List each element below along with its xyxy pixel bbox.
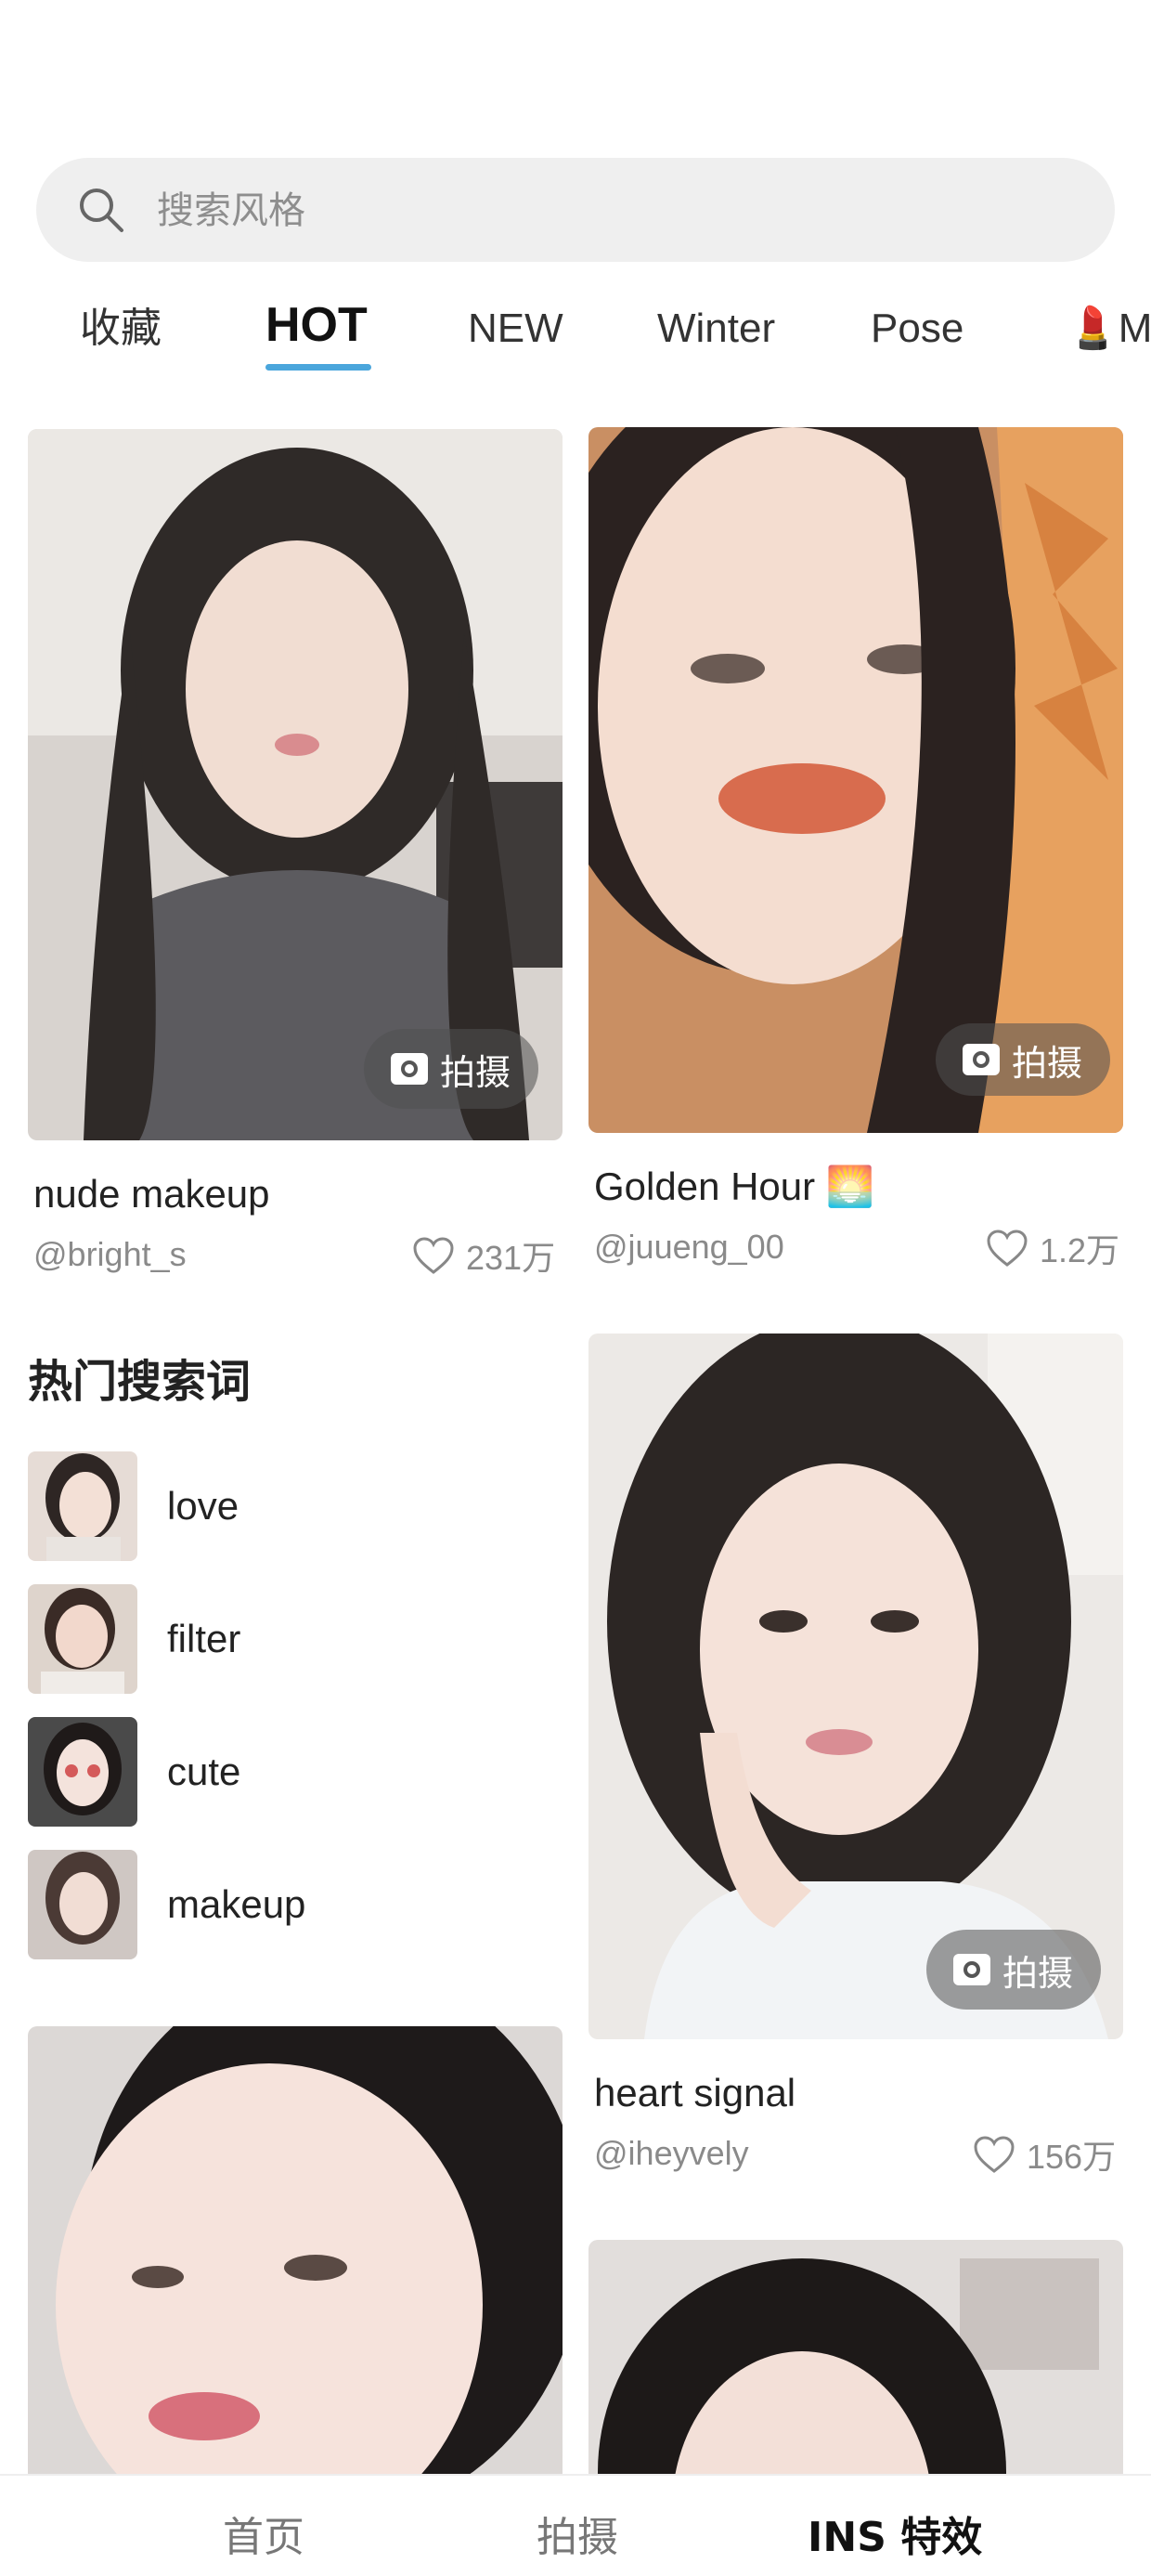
hot-search-thumbnail bbox=[28, 1451, 137, 1561]
nav-ins-effects[interactable]: INS 特效 bbox=[808, 2504, 982, 2563]
card-likes[interactable]: 156万 bbox=[973, 2130, 1116, 2179]
hot-search-item[interactable]: makeup bbox=[28, 1850, 548, 1959]
nav-home[interactable]: 首页 bbox=[223, 2504, 304, 2563]
card-author[interactable]: @bright_s bbox=[33, 1235, 187, 1274]
card-photo-partial[interactable] bbox=[588, 2240, 1123, 2474]
tab-favorites[interactable]: 收藏 bbox=[80, 299, 162, 358]
card-photo-heart-signal[interactable]: 拍摄 bbox=[588, 1334, 1123, 2039]
hot-search-item[interactable]: cute bbox=[28, 1717, 548, 1827]
card-photo-golden-hour[interactable]: 拍摄 bbox=[588, 427, 1123, 1133]
shoot-button[interactable]: 拍摄 bbox=[364, 1029, 539, 1109]
hot-search-thumbnail bbox=[28, 1850, 137, 1959]
tab-hot[interactable]: HOT bbox=[265, 295, 368, 355]
hot-search-label: cute bbox=[167, 1750, 241, 1793]
card-author[interactable]: @juueng_00 bbox=[594, 1228, 784, 1267]
likes-count: 156万 bbox=[1027, 2138, 1117, 2176]
bottom-navigation: 首页 拍摄 INS 特效 bbox=[0, 2474, 1151, 2576]
heart-icon bbox=[987, 1229, 1028, 1267]
shoot-button[interactable]: 拍摄 bbox=[936, 1023, 1111, 1096]
portrait-image bbox=[588, 2240, 1123, 2474]
card-photo-partial[interactable] bbox=[28, 2026, 563, 2474]
likes-count: 1.2万 bbox=[1040, 1231, 1120, 1269]
hot-search-item[interactable]: love bbox=[28, 1451, 548, 1561]
active-tab-indicator bbox=[265, 364, 371, 371]
tab-winter[interactable]: Winter bbox=[657, 299, 775, 358]
hot-search-label: filter bbox=[167, 1617, 241, 1660]
hot-search-label: makeup bbox=[167, 1882, 306, 1926]
nav-shoot[interactable]: 拍摄 bbox=[537, 2504, 618, 2563]
hot-search-title: 热门搜索词 bbox=[28, 1356, 252, 1408]
likes-count: 231万 bbox=[466, 1239, 556, 1277]
shoot-label: 拍摄 bbox=[1002, 1952, 1074, 1994]
card-author[interactable]: @iheyvely bbox=[594, 2134, 749, 2173]
hot-search-thumbnail bbox=[28, 1717, 137, 1827]
hot-search-label: love bbox=[167, 1484, 239, 1528]
heart-icon bbox=[974, 2136, 1015, 2173]
hot-search-item[interactable]: filter bbox=[28, 1584, 548, 1694]
card-title: Golden Hour 🌅 bbox=[594, 1164, 875, 1208]
camera-icon bbox=[953, 1954, 990, 1985]
shoot-button[interactable]: 拍摄 bbox=[926, 1930, 1102, 2010]
search-bar[interactable] bbox=[36, 158, 1115, 262]
camera-icon bbox=[963, 1044, 1000, 1075]
card-title: nude makeup bbox=[33, 1172, 270, 1216]
hot-search-thumbnail bbox=[28, 1584, 137, 1694]
shoot-label: 拍摄 bbox=[440, 1051, 511, 1093]
card-photo-nude-makeup[interactable]: 拍摄 bbox=[28, 429, 563, 1140]
card-likes[interactable]: 231万 bbox=[412, 1231, 555, 1280]
tab-new[interactable]: NEW bbox=[468, 299, 563, 358]
search-icon bbox=[80, 189, 123, 232]
card-title: heart signal bbox=[594, 2071, 796, 2114]
card-likes[interactable]: 1.2万 bbox=[986, 1224, 1119, 1272]
portrait-image bbox=[28, 2026, 563, 2474]
heart-icon bbox=[413, 1237, 454, 1274]
camera-icon bbox=[391, 1053, 428, 1085]
search-input[interactable] bbox=[155, 182, 994, 240]
tab-makeup[interactable]: 💄M bbox=[1067, 299, 1151, 358]
shoot-label: 拍摄 bbox=[1012, 1042, 1083, 1084]
tab-pose[interactable]: Pose bbox=[871, 299, 963, 358]
